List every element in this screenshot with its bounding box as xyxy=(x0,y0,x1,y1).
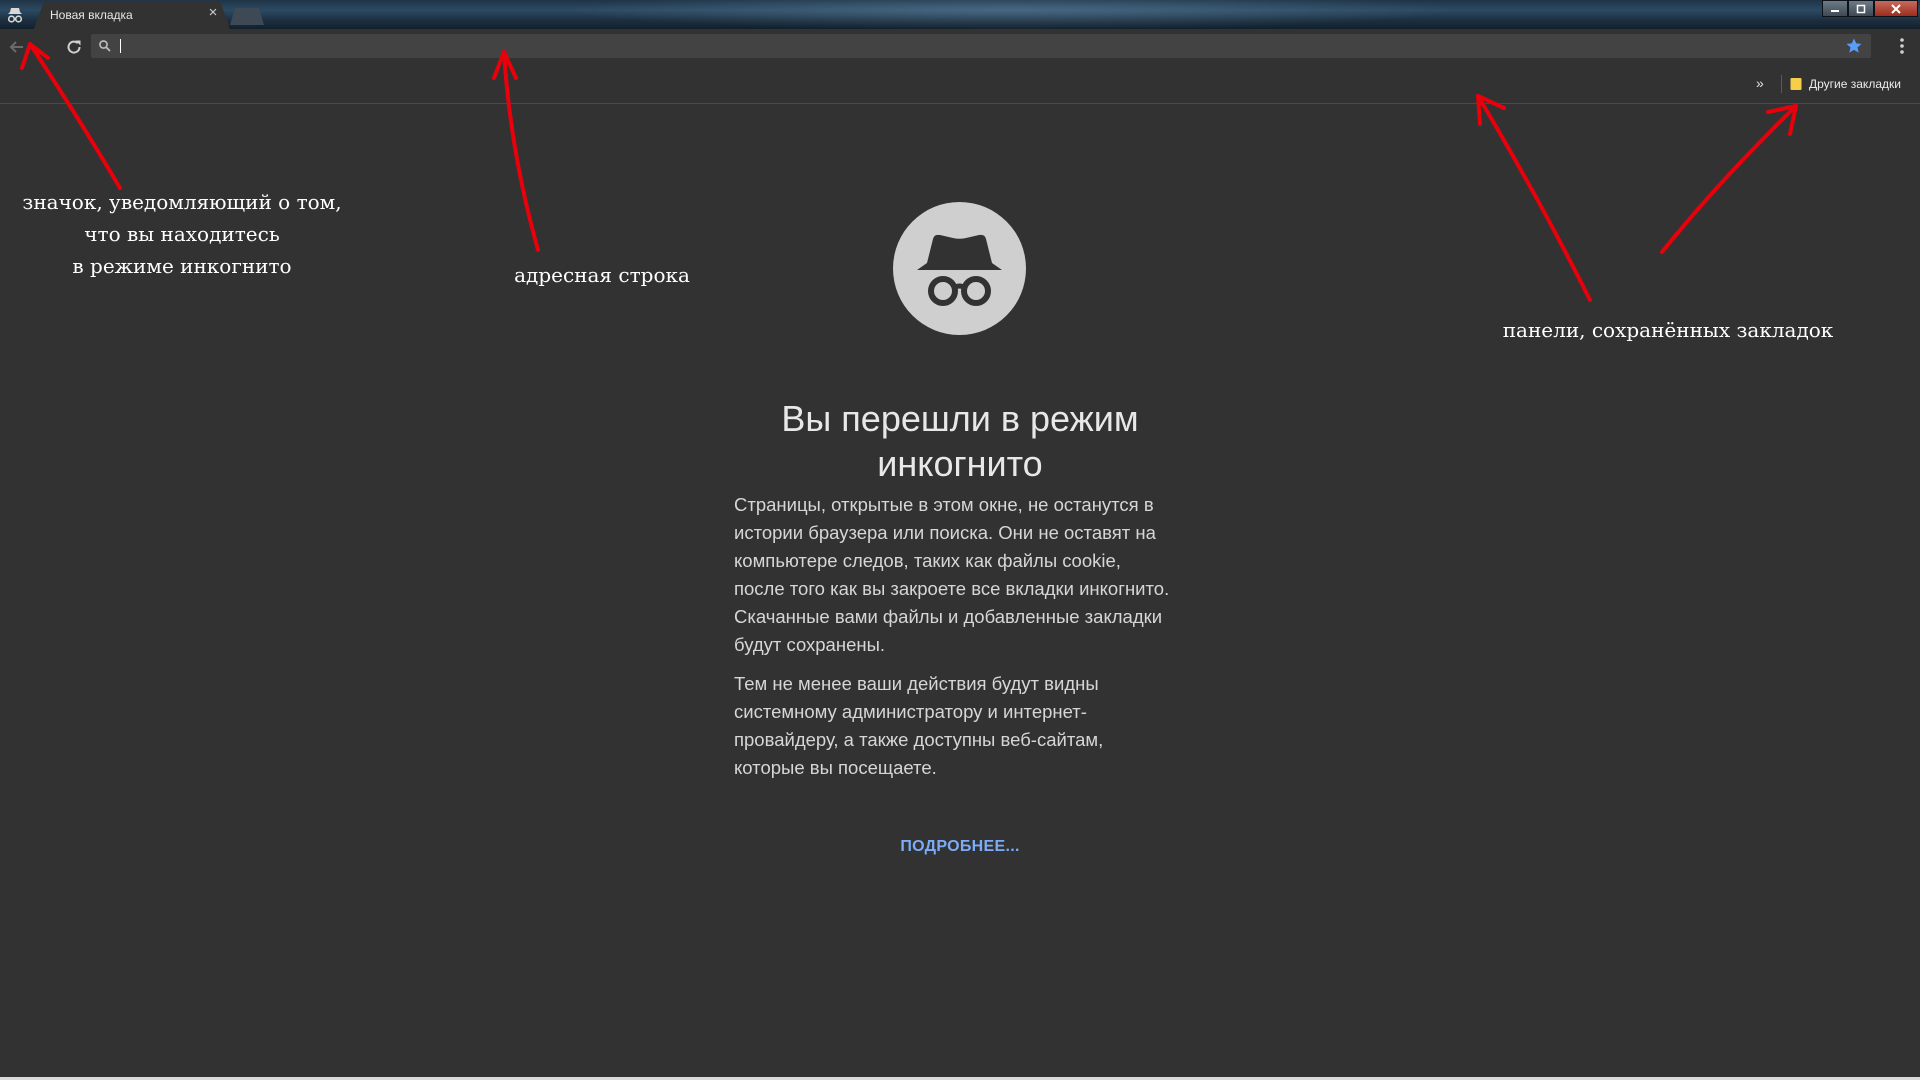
incognito-icon xyxy=(7,8,23,23)
minimize-icon xyxy=(1831,9,1839,12)
bookmarks-separator xyxy=(1781,75,1782,93)
maximize-icon xyxy=(1856,4,1866,13)
other-bookmarks-label: Другие закладки xyxy=(1809,77,1901,91)
search-icon xyxy=(99,40,111,52)
learn-more-link[interactable]: ПОДРОБНЕЕ... xyxy=(860,838,1060,856)
close-window-button[interactable] xyxy=(1874,0,1918,17)
address-input[interactable] xyxy=(119,36,1819,56)
title-bar-glow xyxy=(560,0,1460,29)
annotation-line: в режиме инкогнито xyxy=(72,254,292,278)
other-bookmarks-button[interactable]: Другие закладки xyxy=(1789,75,1901,93)
address-bar[interactable] xyxy=(91,34,1871,58)
text-caret xyxy=(120,39,121,53)
reload-icon[interactable] xyxy=(63,36,85,58)
tab-new-tab[interactable]: Новая вкладка × xyxy=(34,1,230,29)
new-tab-button[interactable] xyxy=(230,8,264,25)
arrow-to-bookmarks-bar xyxy=(1476,94,1592,302)
annotation-incognito-icon: значок, уведомляющий о том, что вы наход… xyxy=(10,186,354,282)
annotation-address-bar: адресная строка xyxy=(514,263,690,287)
annotation-line: значок, уведомляющий о том, xyxy=(22,190,342,214)
window-controls xyxy=(1822,0,1918,18)
maximize-button[interactable] xyxy=(1848,0,1874,17)
arrow-to-other-bookmarks xyxy=(1660,104,1798,254)
page-title: Вы перешли в режим инкогнито xyxy=(781,398,1139,485)
kebab-menu-icon[interactable] xyxy=(1892,35,1912,57)
back-arrow-icon[interactable] xyxy=(6,36,28,58)
star-icon[interactable] xyxy=(1845,37,1863,55)
close-icon xyxy=(1891,3,1901,14)
annotation-bookmarks-bar: панели, сохранённых закладок xyxy=(1502,318,1834,342)
tab-close-button[interactable]: × xyxy=(205,5,221,21)
bookmarks-overflow-chevron[interactable]: » xyxy=(1756,76,1764,90)
minimize-button[interactable] xyxy=(1822,0,1848,17)
incognito-description: Страницы, открытые в этом окне, не остан… xyxy=(734,494,1170,655)
toolbar xyxy=(0,29,1920,64)
bookmarks-bar: » Другие закладки xyxy=(0,64,1920,104)
folder-icon xyxy=(1790,78,1802,90)
annotation-line: что вы находитесь xyxy=(84,222,280,246)
title-bar: Новая вкладка × xyxy=(0,0,1920,29)
incognito-spy-icon xyxy=(893,202,1026,335)
incognito-warning: Тем не менее ваши действия будут видны с… xyxy=(734,673,1104,778)
tab-title: Новая вкладка xyxy=(50,8,133,22)
